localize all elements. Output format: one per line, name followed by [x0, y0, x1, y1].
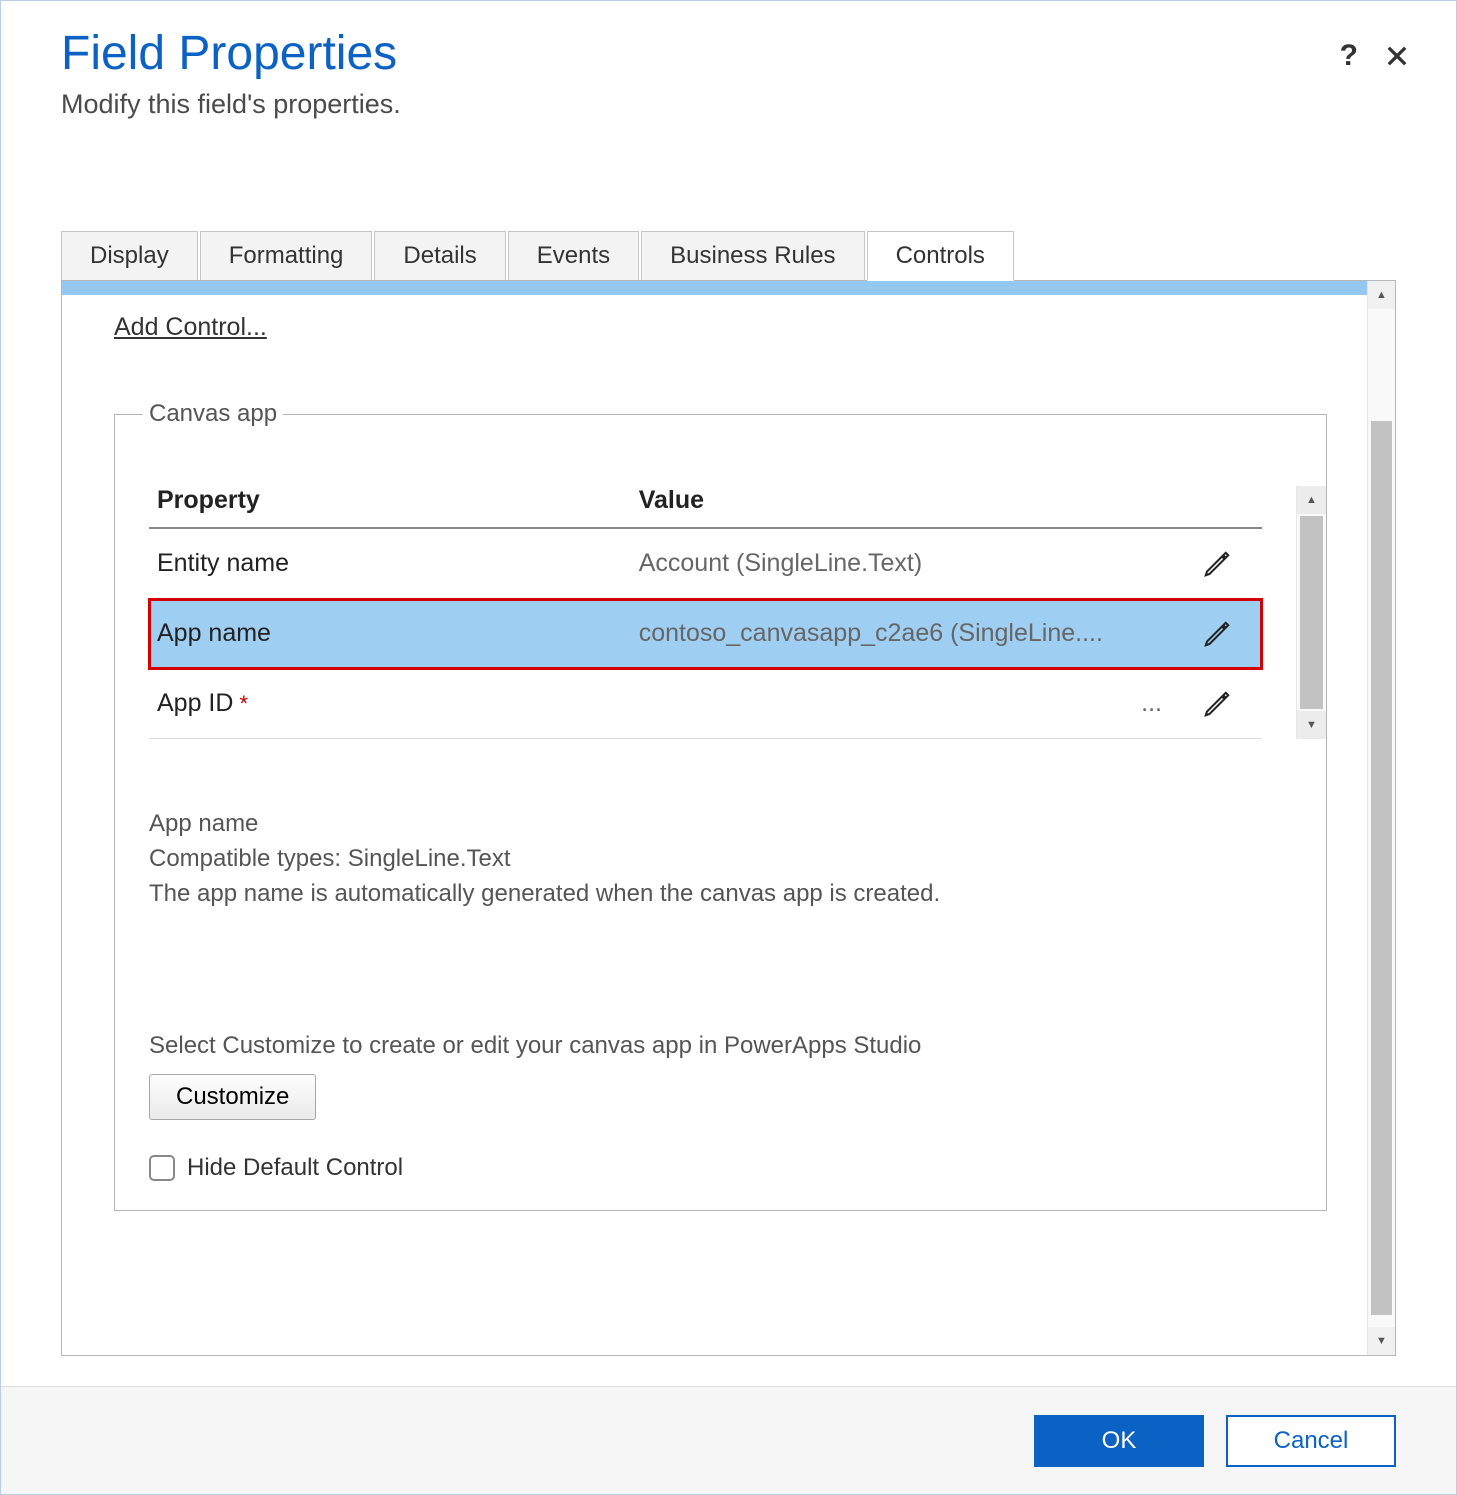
scroll-up-icon[interactable]: ▲	[1368, 281, 1395, 309]
cell-property: App name	[149, 619, 639, 648]
cell-value: contoso_canvasapp_c2ae6 (SingleLine....	[639, 619, 1172, 648]
tab-formatting[interactable]: Formatting	[200, 231, 373, 281]
col-header-value: Value	[639, 486, 1172, 515]
canvas-app-group: Canvas app Property Value Entity name Ac…	[114, 400, 1327, 1210]
hide-default-row: Hide Default Control	[149, 1154, 1292, 1182]
tabs-row: Display Formatting Details Events Busine…	[61, 230, 1396, 280]
desc-compat: Compatible types: SingleLine.Text	[149, 842, 1292, 877]
desc-title: App name	[149, 807, 1292, 842]
cell-property-text: App ID	[157, 689, 233, 717]
tab-details[interactable]: Details	[374, 231, 505, 281]
canvas-group-legend: Canvas app	[143, 400, 283, 428]
property-grid: Property Value Entity name Account (Sing…	[115, 458, 1326, 739]
dialog-footer: OK Cancel	[1, 1386, 1456, 1494]
content-scrollbar[interactable]: ▲ ▼	[1367, 281, 1395, 1355]
cell-value: ...	[639, 689, 1172, 718]
scroll-thumb[interactable]	[1300, 516, 1323, 709]
required-asterisk: *	[239, 691, 248, 716]
property-grid-header: Property Value	[149, 458, 1262, 529]
edit-icon[interactable]	[1172, 549, 1262, 579]
field-properties-dialog: Field Properties Modify this field's pro…	[0, 0, 1457, 1495]
customize-instruction: Select Customize to create or edit your …	[115, 1032, 1326, 1060]
help-icon[interactable]: ?	[1340, 39, 1358, 73]
edit-icon[interactable]	[1172, 689, 1262, 719]
dialog-title: Field Properties	[61, 29, 1396, 79]
desc-body: The app name is automatically generated …	[149, 877, 1292, 912]
property-description: App name Compatible types: SingleLine.Te…	[115, 739, 1326, 911]
hide-default-checkbox[interactable]	[149, 1155, 175, 1181]
scroll-down-icon[interactable]: ▼	[1297, 711, 1326, 739]
add-control-link[interactable]: Add Control...	[114, 313, 267, 342]
cancel-button[interactable]: Cancel	[1226, 1415, 1396, 1467]
content-scroll: Add Control... Canvas app Property Value…	[62, 281, 1367, 1355]
property-grid-scrollbar[interactable]: ▲ ▼	[1296, 486, 1326, 739]
tab-display[interactable]: Display	[61, 231, 198, 281]
edit-icon[interactable]	[1172, 619, 1262, 649]
cell-value: Account (SingleLine.Text)	[639, 549, 1172, 578]
hide-default-label: Hide Default Control	[187, 1154, 403, 1182]
scroll-up-icon[interactable]: ▲	[1297, 486, 1326, 514]
dialog-header: Field Properties Modify this field's pro…	[1, 1, 1456, 120]
content-frame: Add Control... Canvas app Property Value…	[61, 280, 1396, 1356]
close-icon[interactable]	[1386, 45, 1408, 67]
tab-controls[interactable]: Controls	[867, 231, 1014, 281]
scroll-thumb[interactable]	[1371, 421, 1392, 1315]
cell-property: Entity name	[149, 549, 639, 578]
row-app-id[interactable]: App ID* ...	[149, 669, 1262, 739]
cell-property: App ID*	[149, 689, 639, 718]
row-entity-name[interactable]: Entity name Account (SingleLine.Text)	[149, 529, 1262, 599]
header-icons: ?	[1340, 39, 1408, 73]
row-app-name[interactable]: App name contoso_canvasapp_c2ae6 (Single…	[149, 599, 1262, 669]
scroll-down-icon[interactable]: ▼	[1368, 1327, 1395, 1355]
col-header-edit	[1172, 486, 1262, 515]
tab-business-rules[interactable]: Business Rules	[641, 231, 864, 281]
col-header-property: Property	[149, 486, 639, 515]
tab-events[interactable]: Events	[508, 231, 639, 281]
dialog-subtitle: Modify this field's properties.	[61, 89, 1396, 120]
customize-button[interactable]: Customize	[149, 1074, 316, 1120]
ok-button[interactable]: OK	[1034, 1415, 1204, 1467]
